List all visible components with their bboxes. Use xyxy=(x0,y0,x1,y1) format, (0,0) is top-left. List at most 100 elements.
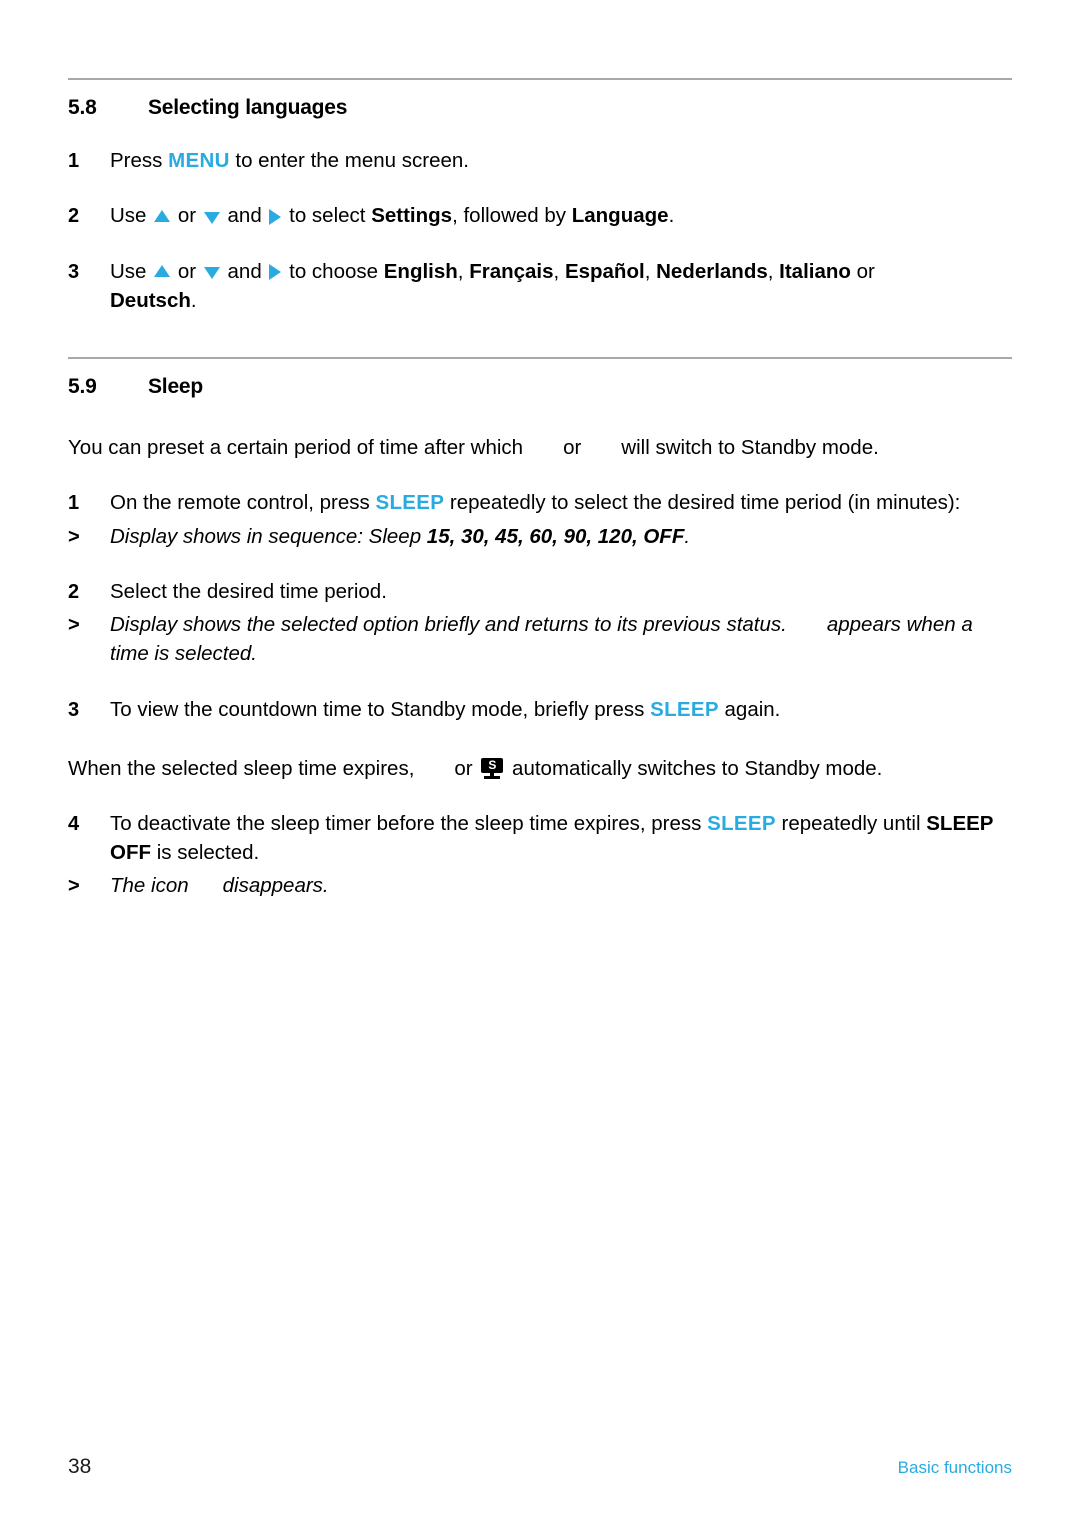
triangle-up-icon xyxy=(154,209,171,222)
note-post: disappears. xyxy=(222,874,329,898)
page-number: 38 xyxy=(68,1455,92,1478)
step-item: 4 To deactivate the sleep timer before t… xyxy=(68,809,1012,867)
intro-pre: You can preset a certain period of time … xyxy=(68,436,524,459)
standby-tv-icon: S xyxy=(481,757,504,779)
section-heading-5-8: 5.8 Selecting languages xyxy=(68,96,1012,120)
label-or: or xyxy=(177,259,197,283)
section-number: 5.9 xyxy=(68,375,97,398)
step-item: 1 On the remote control, press SLEEP rep… xyxy=(68,488,1012,517)
note-post: . xyxy=(684,524,691,548)
step-text-post: repeatedly to select the desired time pe… xyxy=(444,491,961,515)
step-item: 3 To view the countdown time to Standby … xyxy=(68,695,1012,724)
standby-paragraph: When the selected sleep time expires, or … xyxy=(68,754,1012,783)
step-item: 1 Press MENU to enter the menu screen. xyxy=(68,146,1012,175)
label-conj: or xyxy=(856,259,875,283)
step-text: On the remote control, press SLEEP repea… xyxy=(110,488,1012,517)
section-divider-middle xyxy=(68,357,1012,359)
language-deutsch: Deutsch xyxy=(110,288,191,312)
step-text-mid: repeatedly until xyxy=(775,812,927,835)
label-end: . xyxy=(668,204,675,228)
language-english: English xyxy=(383,259,458,283)
step-marker: 2 xyxy=(68,580,80,603)
step-text-pre: To deactivate the sleep timer before the… xyxy=(110,812,708,835)
label-use: Use xyxy=(110,259,147,283)
step-text-pre: Press xyxy=(110,149,169,172)
key-sleep: SLEEP xyxy=(650,697,719,721)
note-pre: Display shows in sequence: Sleep xyxy=(110,524,427,548)
label-to-select: to select xyxy=(289,204,366,228)
step-text: To view the countdown time to Standby mo… xyxy=(110,695,1012,724)
document-page: 5.8 Selecting languages 1 Press MENU to … xyxy=(0,0,1080,1527)
step-text-pre: On the remote control, press xyxy=(110,491,376,515)
note-pre: The icon xyxy=(110,874,189,898)
footer-section-label: Basic functions xyxy=(897,1458,1012,1477)
section-title: Sleep xyxy=(148,375,204,398)
triangle-right-icon xyxy=(269,264,282,281)
language-italiano: Italiano xyxy=(779,259,851,283)
step-text-post: to enter the menu screen. xyxy=(229,149,469,172)
step-marker: 1 xyxy=(68,150,80,172)
missing-glyph-placeholder xyxy=(189,891,223,892)
step-marker: 4 xyxy=(68,813,80,835)
section-divider-top xyxy=(68,78,1012,80)
step-marker: 2 xyxy=(68,205,80,228)
missing-glyph-placeholder xyxy=(414,774,454,775)
intro-post: will switch to Standby mode. xyxy=(621,436,879,459)
note-pre: Display shows the selected option briefl… xyxy=(110,613,787,637)
standby-tv-base xyxy=(484,775,501,779)
label-and: and xyxy=(227,259,262,283)
step-marker: 3 xyxy=(68,698,80,721)
note-marker: > xyxy=(68,525,80,548)
step-item: 2 Use or and to select Settings, followe… xyxy=(68,201,1012,230)
standby-or: or xyxy=(454,756,473,780)
note-item: > The icon disappears. xyxy=(68,871,1012,900)
sleep-time-values: 15, 30, 45, 60, 90, 120, OFF xyxy=(426,524,685,548)
section-title: Selecting languages xyxy=(148,96,348,119)
key-sleep: SLEEP xyxy=(375,491,445,515)
label-use: Use xyxy=(110,204,147,228)
page-footer: 38 Basic functions xyxy=(68,1455,1012,1479)
triangle-down-icon xyxy=(203,267,220,280)
page-content: 5.8 Selecting languages 1 Press MENU to … xyxy=(68,78,1012,901)
step-text: Press MENU to enter the menu screen. xyxy=(110,146,1012,175)
triangle-up-icon xyxy=(154,265,171,278)
note-item: > Display shows in sequence: Sleep 15, 3… xyxy=(68,522,1012,551)
step-marker: 3 xyxy=(68,260,80,283)
label-or: or xyxy=(177,204,197,228)
section-number: 5.8 xyxy=(68,96,97,119)
label-mid: , followed by xyxy=(452,204,567,228)
step-text-post: is selected. xyxy=(151,841,260,865)
note-text: Display shows the selected option briefl… xyxy=(110,610,1012,668)
key-menu: MENU xyxy=(168,149,230,172)
note-marker: > xyxy=(68,614,80,637)
label-and: and xyxy=(227,204,262,228)
language-nederlands: Nederlands xyxy=(656,259,768,283)
step-text: Select the desired time period. xyxy=(110,579,387,603)
intro-or: or xyxy=(563,436,582,459)
language-francais: Français xyxy=(469,259,554,283)
step-text-pre: To view the countdown time to Standby mo… xyxy=(110,697,651,721)
step-text: Use or and to select Settings, followed … xyxy=(110,201,1012,230)
step-item: 3 Use or and to choose English, Français… xyxy=(68,257,1012,315)
note-text: Display shows in sequence: Sleep 15, 30,… xyxy=(110,522,1012,551)
step-text: Use or and to choose English, Français, … xyxy=(110,259,875,312)
menu-language: Language xyxy=(571,204,669,228)
sleep-intro-paragraph: You can preset a certain period of time … xyxy=(68,433,1012,462)
missing-glyph-placeholder xyxy=(787,630,827,631)
standby-pre: When the selected sleep time expires, xyxy=(68,756,415,780)
triangle-right-icon xyxy=(269,208,282,225)
standby-tv-letter: S xyxy=(481,757,504,773)
triangle-down-icon xyxy=(203,211,220,224)
missing-glyph-placeholder xyxy=(523,453,563,454)
step-text-post: again. xyxy=(718,697,781,721)
step-marker: 1 xyxy=(68,492,80,515)
note-marker: > xyxy=(68,875,80,898)
section-heading-5-9: 5.9 Sleep xyxy=(68,375,1012,399)
step-item: 2 Select the desired time period. xyxy=(68,577,1012,606)
key-sleep: SLEEP xyxy=(707,812,776,835)
note-item: > Display shows the selected option brie… xyxy=(68,610,1012,668)
label-end: . xyxy=(190,288,197,312)
missing-glyph-placeholder xyxy=(581,453,621,454)
language-espanol: Español xyxy=(564,259,645,283)
standby-post: automatically switches to Standby mode. xyxy=(512,756,883,780)
